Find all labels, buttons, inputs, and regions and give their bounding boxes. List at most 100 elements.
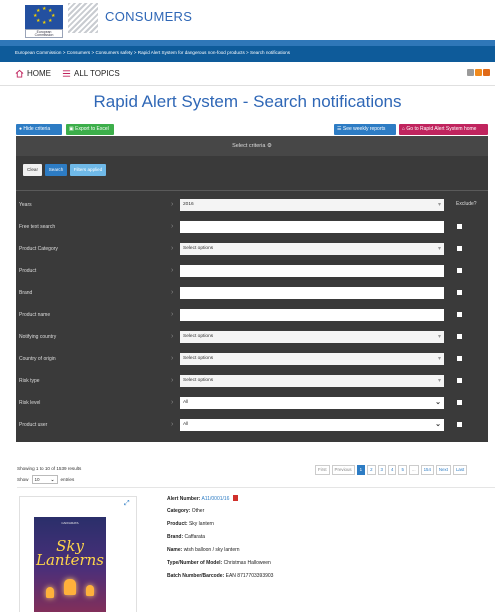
nav-home[interactable]: HOME [15,69,51,78]
exclude-checkbox[interactable] [457,356,462,361]
filter-row-notifying-country: Notifying country › Select options ▾ [16,330,488,346]
filter-label: Brand [19,290,33,296]
share-icon[interactable] [483,69,490,76]
rss-icon[interactable] [467,69,474,76]
zoom-icon[interactable]: ⤢ [124,500,130,508]
chevron-right-icon: › [171,421,174,428]
alert-card: ⤢ CAFFARATA Sky Lanterns Alert Number: A… [17,487,495,612]
breadcrumb-item[interactable]: Rapid Alert System for dangerous non-foo… [138,50,245,55]
product-category-select[interactable]: Select options ▾ [180,243,444,255]
chevron-right-icon: › [171,399,174,406]
excel-icon: ▣ [69,126,74,132]
filter-label: Product Category [19,246,58,252]
print-icon[interactable] [475,69,482,76]
exclude-checkbox[interactable] [457,312,462,317]
info-icon: ● [19,126,23,132]
breadcrumb-item[interactable]: European Commission [15,50,61,55]
rapid-alert-home-button[interactable]: ⌂ Go to Rapid Alert System home [399,124,488,135]
free-text-input[interactable] [180,221,444,233]
chevron-right-icon: › [171,355,174,362]
brand-row: Brand: Caffarata [167,534,205,540]
filter-row-product: Product › [16,264,488,280]
page-154[interactable]: 154 [420,465,434,475]
criteria-header[interactable]: Select criteria ⚙ [16,136,488,156]
exclude-checkbox[interactable] [457,268,462,273]
filter-row-free-text: Free text search › [16,220,488,236]
model-row: Type/Number of Model: Christmas Hallowee… [167,560,271,566]
page-1[interactable]: 1 [356,465,366,475]
chevron-right-icon: › [171,201,174,208]
eu-caption: European Commission [25,29,63,38]
alert-number-link[interactable]: A11/0001/16 [201,496,229,502]
site-header: ★ ★ ★ ★ ★ ★ ★ ★ European Commission CONS… [0,0,495,40]
clear-button[interactable]: Clear [23,164,42,176]
filter-label: Product name [19,312,51,318]
home-icon [15,69,24,78]
list-icon: ☰ [337,126,342,132]
page-next[interactable]: Next [435,465,451,475]
search-button[interactable]: Search [45,164,67,176]
exclude-checkbox[interactable] [457,378,462,383]
product-image[interactable]: CAFFARATA Sky Lanterns [34,517,106,612]
nav-all-topics[interactable]: ALL TOPICS [62,69,120,78]
product-name-input[interactable] [180,309,444,321]
eu-caption-line2: Commission [34,33,54,38]
exclude-checkbox[interactable] [457,224,462,229]
exclude-checkbox[interactable] [457,290,462,295]
site-name[interactable]: CONSUMERS [105,9,192,24]
breadcrumb-item-current: Search notifications [250,50,291,55]
nav-home-label: HOME [27,69,51,78]
filter-label: Risk type [19,378,40,384]
risk-level-select[interactable]: All ⌄ [180,397,444,409]
category-row: Category: Other [167,508,205,514]
filter-row-years: Years › 2016 ▾ [16,198,488,214]
filter-row-brand: Brand › [16,286,488,302]
entries-label: entries [60,477,75,482]
exclude-checkbox[interactable] [457,334,462,339]
chevron-down-icon: ⌄ [50,477,55,482]
eu-flag-logo[interactable]: ★ ★ ★ ★ ★ ★ ★ ★ [25,5,63,29]
thumb-brand: CAFFARATA [61,521,79,525]
home-icon: ⌂ [402,126,406,132]
hide-criteria-button[interactable]: ● Hide criteria [16,124,62,135]
years-select[interactable]: 2016 ▾ [180,199,444,211]
filter-label: Free text search [19,224,56,230]
page-2[interactable]: 2 [367,465,376,475]
page-3[interactable]: 3 [377,465,386,475]
pdf-icon[interactable] [232,495,238,501]
breadcrumb-bar: European Commission > Consumers > Consum… [0,40,495,62]
country-of-origin-select[interactable]: Select options ▾ [180,353,444,365]
notifying-country-select[interactable]: Select options ▾ [180,331,444,343]
product-input[interactable] [180,265,444,277]
caret-down-icon: ▾ [437,334,441,340]
chevron-down-icon: ⌄ [435,399,441,406]
breadcrumb-item[interactable]: Consumers [67,50,91,55]
export-excel-button[interactable]: ▣ Export to Excel [66,124,114,135]
filters-applied-button[interactable]: Filters applied [70,164,106,176]
page-last[interactable]: Last [452,465,468,475]
caret-down-icon: ▾ [437,356,441,362]
weekly-reports-button[interactable]: ☰ See weekly reports [334,124,396,135]
risk-type-select[interactable]: Select options ▾ [180,375,444,387]
caret-down-icon: ▾ [437,246,441,252]
product-row: Product: Sky lantern [167,521,214,527]
exclude-checkbox[interactable] [457,422,462,427]
alert-details: Alert Number: A11/0001/16 Category: Othe… [167,495,273,586]
entries-select[interactable]: 10 ⌄ [31,475,58,484]
exclude-checkbox[interactable] [457,246,462,251]
chevron-right-icon: › [171,267,174,274]
criteria-panel: Select criteria ⚙ Clear Search Filters a… [16,136,488,442]
breadcrumb-item[interactable]: Consumers safety [95,50,132,55]
chevron-right-icon: › [171,333,174,340]
brand-input[interactable] [180,287,444,299]
product-user-select[interactable]: All ⌄ [180,419,444,431]
exclude-checkbox[interactable] [457,400,462,405]
filter-row-product-user: Product user › All ⌄ [16,418,488,434]
page-ellipsis: ... [408,465,419,475]
page-first[interactable]: First [315,465,330,475]
page-4[interactable]: 4 [388,465,397,475]
page-5[interactable]: 5 [398,465,407,475]
page-previous[interactable]: Previous [331,465,355,475]
filter-label: Years [19,202,32,208]
chevron-right-icon: › [171,311,174,318]
